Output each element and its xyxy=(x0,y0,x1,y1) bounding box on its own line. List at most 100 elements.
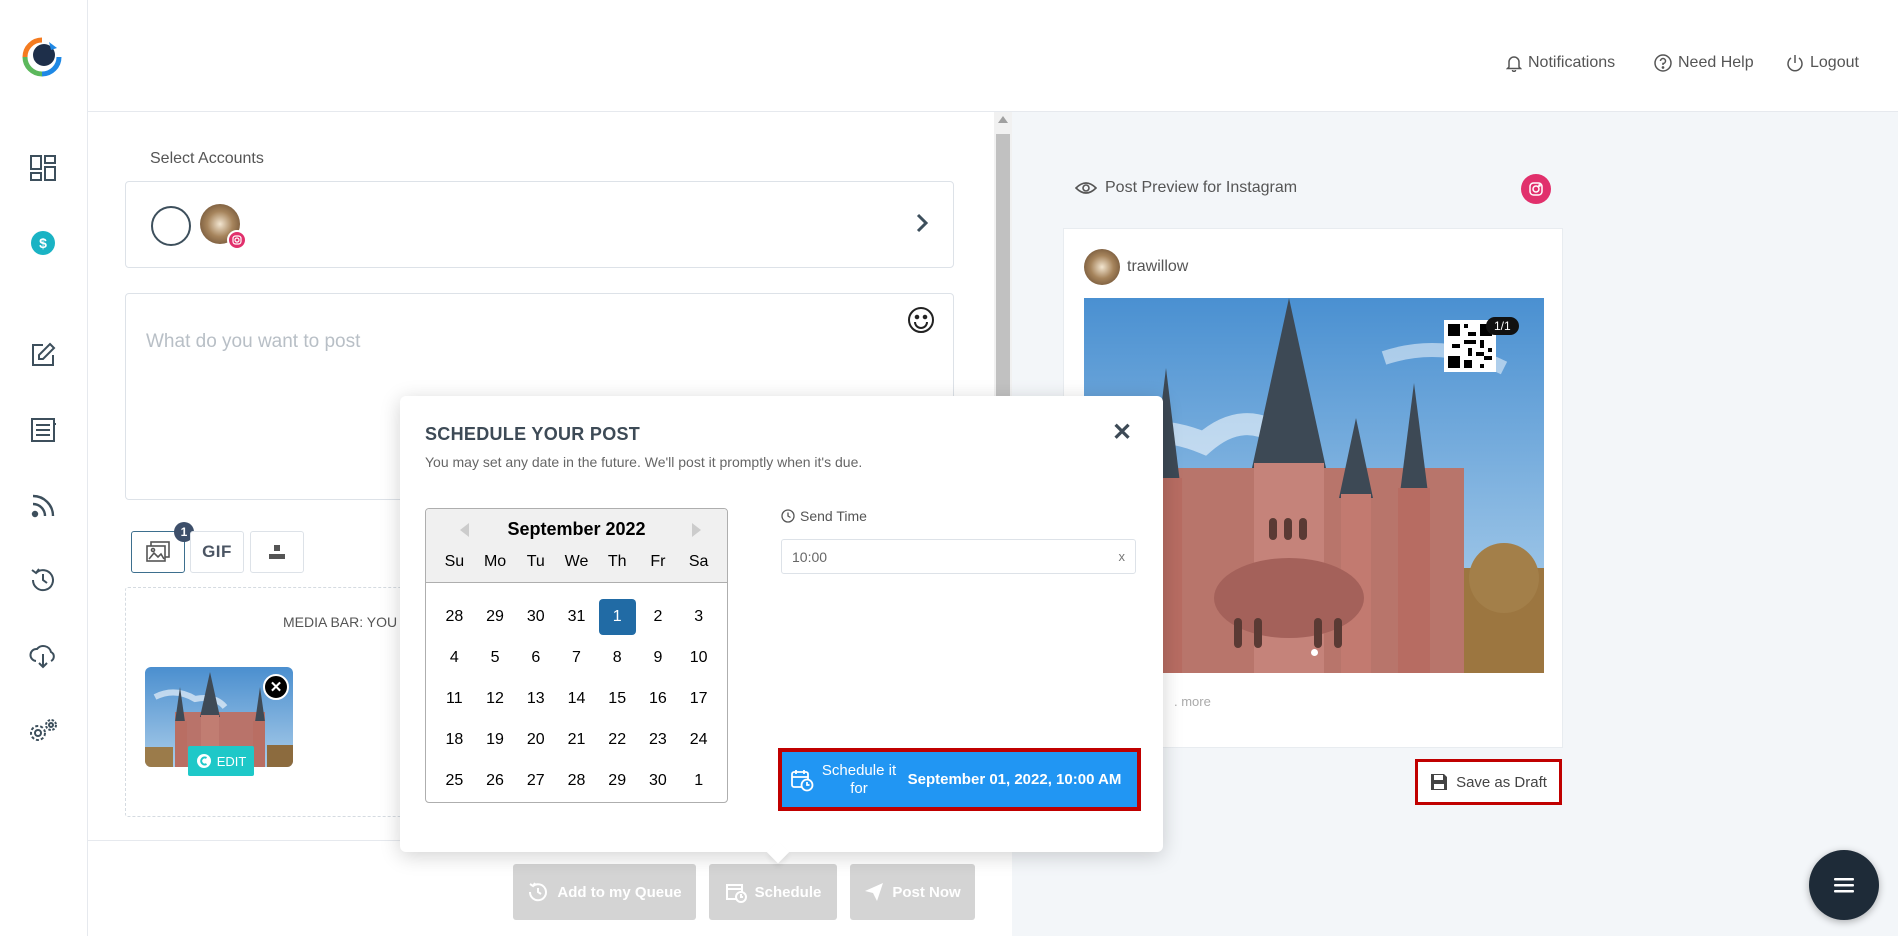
calendar-day[interactable]: 27 xyxy=(515,763,556,799)
calendar-day[interactable]: 13 xyxy=(515,681,556,717)
calendar-day[interactable]: 4 xyxy=(434,640,475,676)
schedule-history-icon[interactable] xyxy=(27,564,59,596)
upload-box-icon xyxy=(269,545,285,559)
calendar-day[interactable]: 3 xyxy=(678,599,719,635)
post-now-button[interactable]: Post Now xyxy=(850,864,975,920)
calendar-day[interactable]: 14 xyxy=(556,681,597,717)
calendar-day[interactable]: 7 xyxy=(556,640,597,676)
calendar-day[interactable]: 15 xyxy=(597,681,638,717)
select-accounts-label: Select Accounts xyxy=(150,150,264,167)
remove-media-button[interactable]: ✕ xyxy=(263,674,289,700)
calendar-day[interactable]: 28 xyxy=(434,599,475,635)
add-to-queue-label: Add to my Queue xyxy=(557,883,682,901)
instagram-badge-icon xyxy=(227,230,247,250)
calendar-day[interactable]: 12 xyxy=(475,681,516,717)
calendar-day[interactable]: 25 xyxy=(434,763,475,799)
compose-icon[interactable] xyxy=(27,339,59,371)
calendar-day[interactable]: 23 xyxy=(638,722,679,758)
calendar-day[interactable]: 11 xyxy=(434,681,475,717)
need-help-link[interactable]: Need Help xyxy=(1654,54,1754,72)
gif-tab[interactable]: GIF xyxy=(190,531,244,573)
add-to-queue-button[interactable]: Add to my Queue xyxy=(513,864,696,920)
schedule-confirm-button[interactable]: Schedule it for September 01, 2022, 10:0… xyxy=(778,748,1141,811)
media-library-tab[interactable] xyxy=(250,531,304,573)
calendar-day[interactable]: 31 xyxy=(556,599,597,635)
weekday-label: We xyxy=(564,553,589,570)
post-now-label: Post Now xyxy=(892,883,961,901)
hamburger-menu-icon xyxy=(1834,878,1854,893)
calendar-day[interactable]: 29 xyxy=(597,763,638,799)
post-placeholder: What do you want to post xyxy=(146,331,361,352)
calendar-day[interactable]: 10 xyxy=(678,640,719,676)
image-upload-tab[interactable]: 1 xyxy=(131,522,194,573)
calendar-day[interactable]: 29 xyxy=(475,599,516,635)
calendar-day[interactable]: 28 xyxy=(556,763,597,799)
schedule-label: Schedule xyxy=(754,883,822,901)
menu-fab-button[interactable] xyxy=(1809,850,1879,920)
calendar-day[interactable]: 8 xyxy=(597,640,638,676)
schedule-confirm-date: September 01, 2022, 10:00 AM xyxy=(907,770,1122,788)
clear-time-button[interactable]: x xyxy=(1119,549,1126,564)
edit-logo-icon xyxy=(196,754,211,768)
calendar-day[interactable]: 26 xyxy=(475,763,516,799)
weekday-label: Sa xyxy=(688,553,709,570)
select-all-accounts-toggle[interactable] xyxy=(151,206,191,246)
preview-avatar xyxy=(1084,249,1120,285)
scroll-up-arrow[interactable] xyxy=(998,116,1008,123)
preview-more-link[interactable]: . more xyxy=(1174,694,1211,709)
send-time-label: Send Time xyxy=(781,508,867,524)
weekday-label: Fr xyxy=(650,553,666,570)
app-logo[interactable] xyxy=(21,36,63,78)
cloud-download-icon[interactable] xyxy=(27,640,59,672)
calendar-day[interactable]: 6 xyxy=(515,640,556,676)
calendar-day[interactable]: 1 xyxy=(678,763,719,799)
preview-title-label: Post Preview for Instagram xyxy=(1105,179,1298,196)
calendar-day[interactable]: 30 xyxy=(638,763,679,799)
schedule-modal: SCHEDULE YOUR POST You may set any date … xyxy=(400,396,1163,864)
billing-icon[interactable]: $ xyxy=(27,227,59,259)
logout-link[interactable]: Logout xyxy=(1786,54,1859,72)
media-bar-text: MEDIA BAR: YOU xyxy=(283,614,398,630)
calendar-day[interactable]: 24 xyxy=(678,722,719,758)
calendar-day[interactable]: 30 xyxy=(515,599,556,635)
calendar-day[interactable]: 19 xyxy=(475,722,516,758)
eye-icon xyxy=(1075,182,1097,194)
calendar-day[interactable]: 2 xyxy=(638,599,679,635)
images-icon xyxy=(146,541,170,562)
emoji-icon[interactable] xyxy=(907,306,935,339)
floppy-disk-icon xyxy=(1431,774,1448,790)
calendar-day[interactable]: 5 xyxy=(475,640,516,676)
calendar-header: September 2022 Su Mo Tu We Th Fr Sa xyxy=(426,509,727,583)
notifications-link[interactable]: Notifications xyxy=(1506,54,1615,72)
weekday-label: Mo xyxy=(483,553,507,570)
weekday-label: Tu xyxy=(526,553,545,570)
calendar-day[interactable]: 22 xyxy=(597,722,638,758)
calendar-day[interactable]: 21 xyxy=(556,722,597,758)
instagram-icon[interactable] xyxy=(1521,174,1551,204)
calendar-clock-icon xyxy=(725,884,747,903)
calendar-day[interactable]: 17 xyxy=(678,681,719,717)
date-picker: September 2022 Su Mo Tu We Th Fr Sa 28 29 30 31 1 2… xyxy=(425,508,728,803)
send-time-input[interactable]: 10:00 x xyxy=(781,539,1136,574)
save-as-draft-button[interactable]: Save as Draft xyxy=(1415,759,1562,805)
svg-text:$: $ xyxy=(39,235,47,251)
calendar-day[interactable]: 16 xyxy=(638,681,679,717)
scroll-thumb[interactable] xyxy=(996,134,1010,434)
close-icon[interactable]: ✕ xyxy=(1112,418,1132,447)
calendar-day[interactable]: 20 xyxy=(515,722,556,758)
calendar-day[interactable]: 9 xyxy=(638,640,679,676)
calendar-month-label: September 2022 xyxy=(507,519,646,539)
calendar-day[interactable]: 18 xyxy=(434,722,475,758)
account-selector[interactable] xyxy=(125,181,954,268)
calendar-day-selected[interactable]: 1 xyxy=(598,599,636,635)
posts-icon[interactable] xyxy=(27,414,59,446)
settings-icon[interactable] xyxy=(27,715,59,747)
dashboard-icon[interactable] xyxy=(27,152,59,184)
chevron-right-icon[interactable] xyxy=(915,212,929,239)
edit-media-button[interactable]: EDIT xyxy=(188,746,254,776)
need-help-label: Need Help xyxy=(1678,54,1754,71)
schedule-button[interactable]: Schedule xyxy=(709,864,837,920)
logout-label: Logout xyxy=(1810,54,1859,71)
next-month-icon[interactable] xyxy=(692,523,701,537)
rss-icon[interactable] xyxy=(27,490,59,522)
